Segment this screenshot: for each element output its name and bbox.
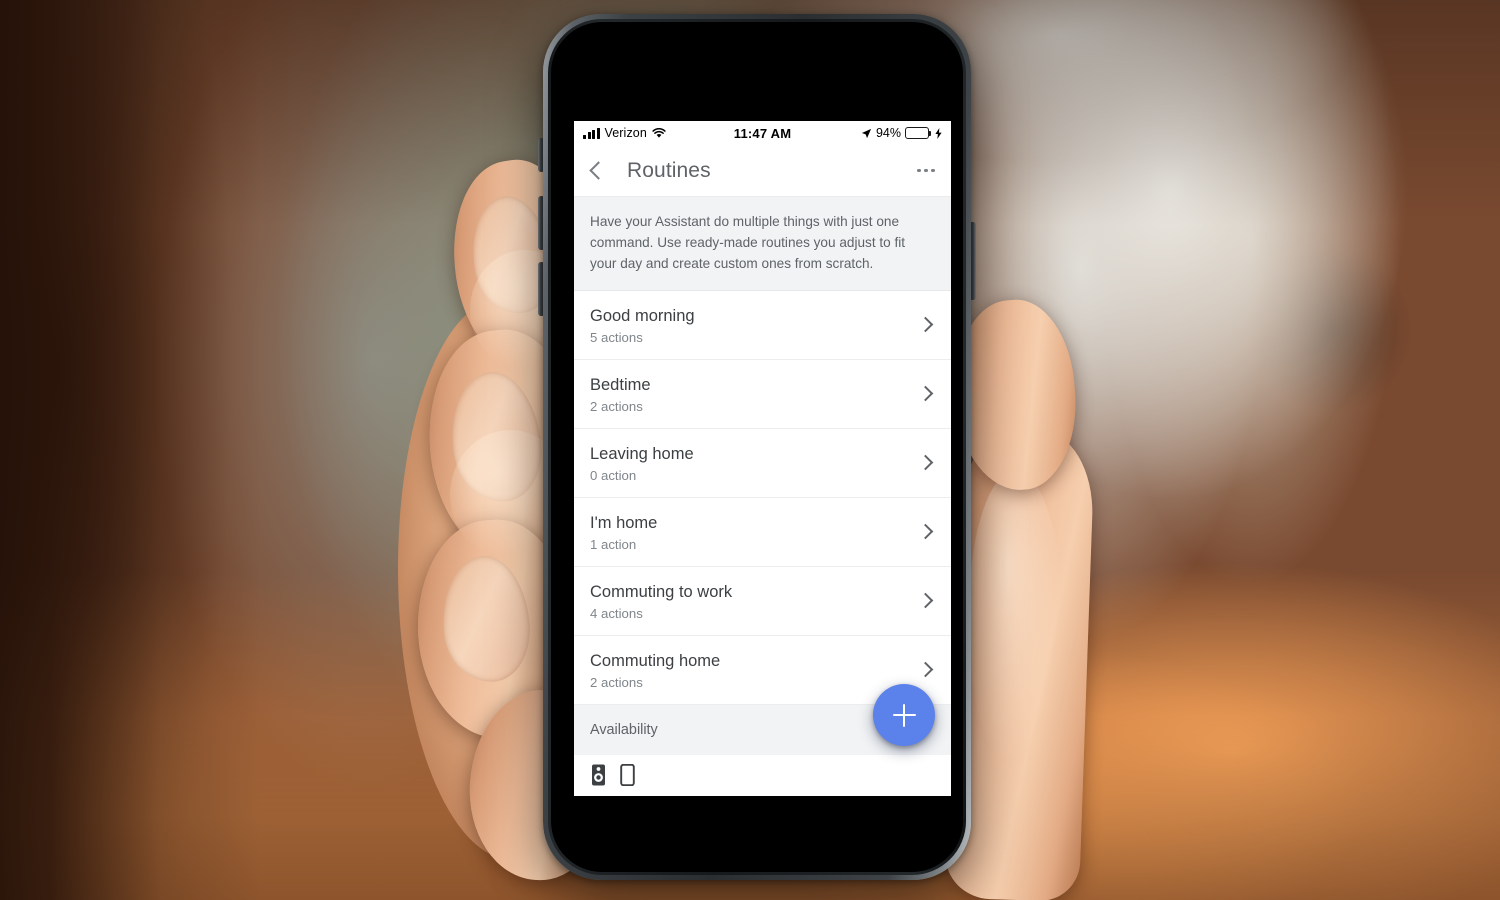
phone-bezel: Verizon 11:47 AM 94% Routines Have your …: [548, 19, 966, 875]
list-item[interactable]: Good morning 5 actions: [574, 291, 951, 361]
status-bar-left: Verizon: [583, 126, 666, 140]
routine-name: I'm home: [590, 513, 658, 532]
routine-name: Leaving home: [590, 444, 694, 463]
page-title: Routines: [627, 158, 711, 182]
routine-name: Good morning: [590, 306, 695, 325]
chevron-right-icon[interactable]: [917, 385, 934, 402]
phone-display: Verizon 11:47 AM 94% Routines Have your …: [551, 22, 963, 872]
chevron-right-icon[interactable]: [917, 316, 934, 333]
list-item[interactable]: Commuting to work 4 actions: [574, 567, 951, 637]
battery-icon: [905, 127, 932, 139]
routine-action-count: 2 actions: [590, 674, 643, 690]
routine-action-count: 2 actions: [590, 398, 643, 414]
speaker-device-icon[interactable]: [590, 764, 607, 791]
routine-name: Commuting to work: [590, 582, 733, 601]
charging-bolt-icon: [935, 127, 942, 139]
chevron-right-icon[interactable]: [917, 592, 934, 609]
add-routine-fab[interactable]: [873, 684, 935, 746]
chevron-right-icon[interactable]: [917, 454, 934, 471]
list-item[interactable]: Leaving home 0 action: [574, 429, 951, 499]
chevron-left-icon[interactable]: [589, 161, 608, 180]
smartphone-device: Verizon 11:47 AM 94% Routines Have your …: [543, 14, 971, 880]
routines-list: Good morning 5 actions Bedtime 2 actions: [574, 291, 951, 706]
availability-devices: [574, 755, 951, 792]
app-bar: Routines: [574, 145, 951, 197]
status-bar: Verizon 11:47 AM 94%: [574, 121, 951, 145]
page-description: Have your Assistant do multiple things w…: [574, 197, 951, 292]
chevron-right-icon[interactable]: [917, 661, 934, 678]
chevron-right-icon[interactable]: [917, 523, 934, 540]
list-item[interactable]: I'm home 1 action: [574, 498, 951, 568]
routine-action-count: 1 action: [590, 536, 637, 552]
wifi-icon: [652, 127, 666, 139]
thumb-highlight: [968, 470, 1063, 770]
phone-device-icon[interactable]: [620, 764, 637, 791]
app-screen: Verizon 11:47 AM 94% Routines Have your …: [574, 121, 951, 796]
add-plus-icon-vertical: [902, 703, 906, 727]
routine-name: Bedtime: [590, 375, 651, 394]
routine-action-count: 4 actions: [590, 605, 643, 621]
more-options-icon[interactable]: [915, 161, 937, 181]
signal-bars-icon: [583, 127, 600, 139]
carrier-label: Verizon: [604, 126, 647, 140]
location-arrow-icon: [861, 128, 872, 139]
routine-name: Commuting home: [590, 651, 721, 670]
list-item[interactable]: Bedtime 2 actions: [574, 360, 951, 430]
routine-action-count: 0 action: [590, 467, 637, 483]
routine-action-count: 5 actions: [590, 329, 643, 345]
battery-percent-label: 94%: [875, 126, 901, 140]
status-bar-right: 94%: [861, 126, 942, 140]
